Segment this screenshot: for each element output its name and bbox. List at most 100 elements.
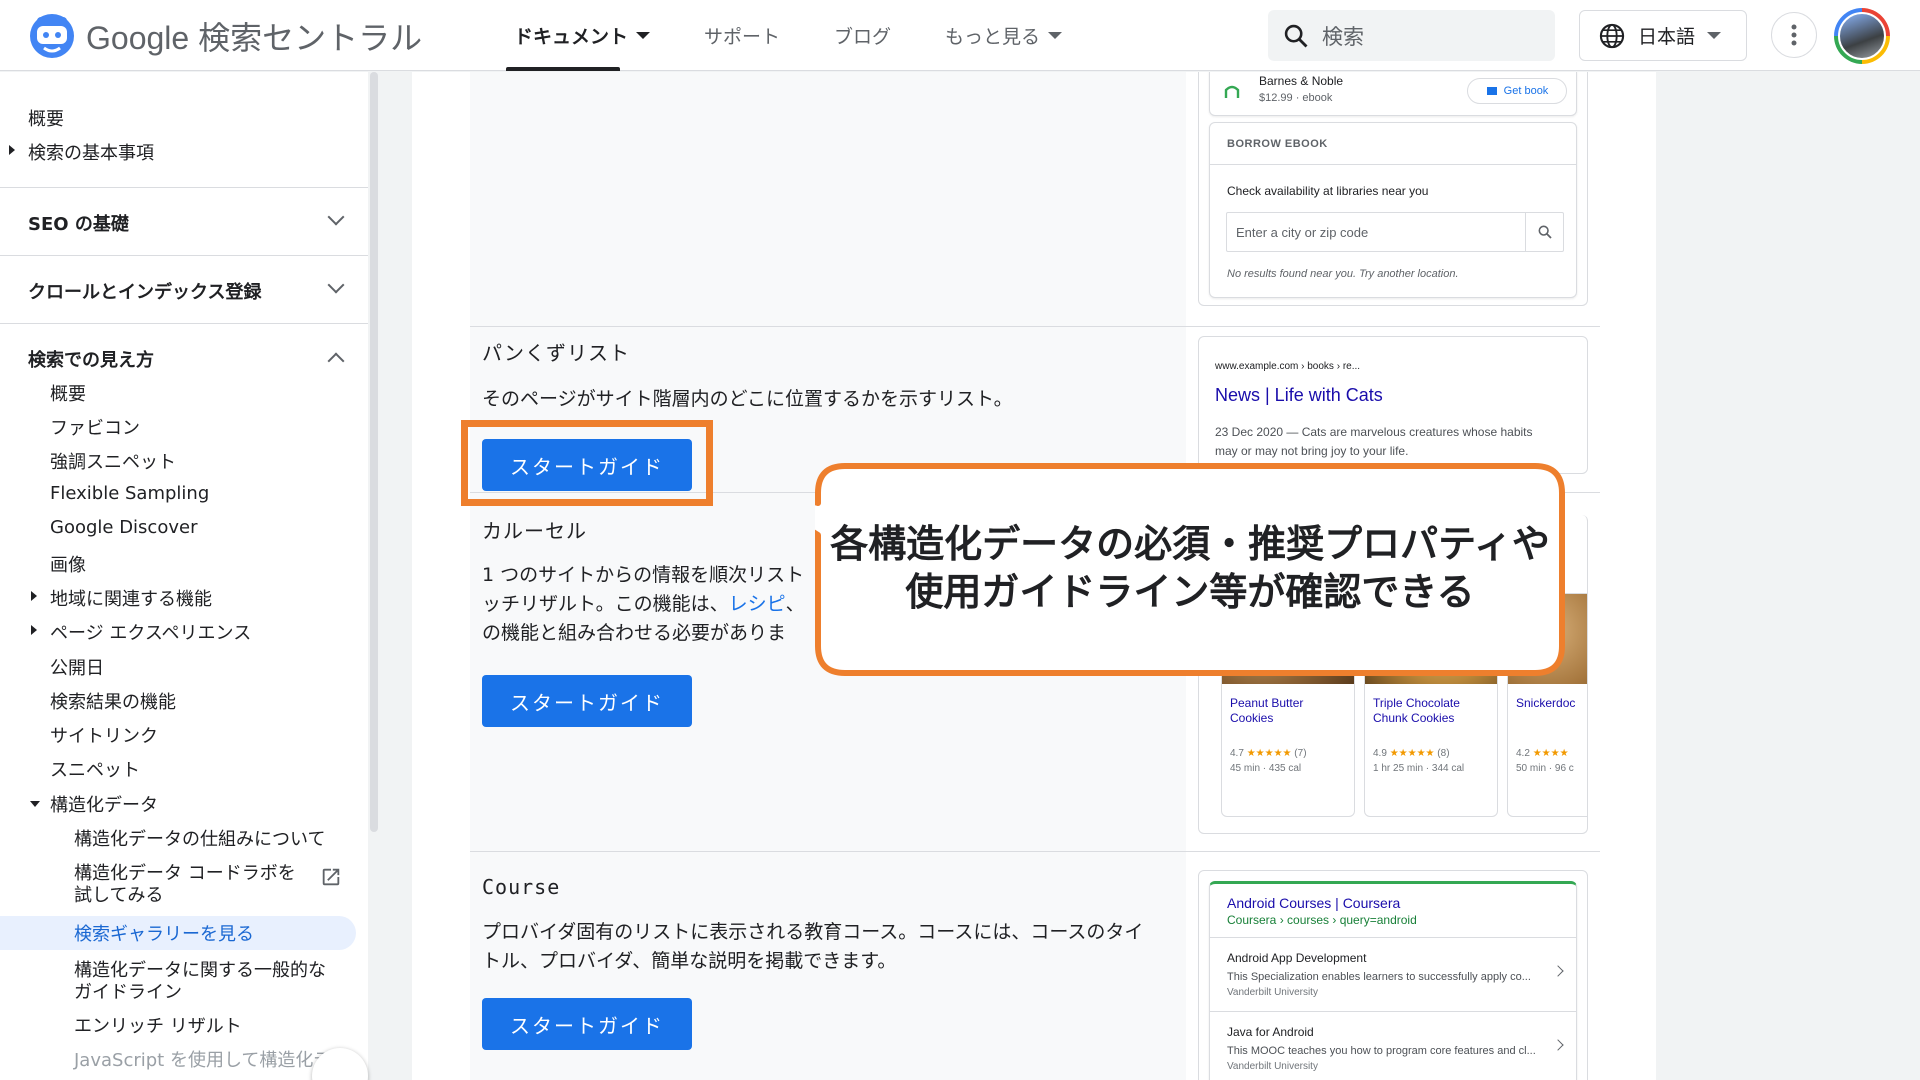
sidebar-item-search-gallery[interactable]: 検索ギャラリーを見る bbox=[74, 920, 254, 946]
recipe-link[interactable]: レシピ bbox=[729, 593, 786, 615]
borrow-check-text: Check availability at libraries near you bbox=[1227, 184, 1429, 198]
callout-text: 各構造化データの必須・推奨プロパティや 使用ガイドライン等が確認できる bbox=[815, 520, 1565, 616]
sidebar-item-overview[interactable]: 概要 bbox=[28, 105, 64, 131]
avatar-image bbox=[1838, 12, 1886, 60]
globe-icon bbox=[1599, 23, 1625, 48]
sidebar-item-local-features[interactable]: 地域に関連する機能 bbox=[50, 585, 212, 611]
divider bbox=[0, 187, 368, 188]
search-placeholder: 検索 bbox=[1322, 24, 1364, 49]
seller-name: Barnes & Noble bbox=[1259, 74, 1344, 88]
start-guide-button-course[interactable]: スタートガイド bbox=[482, 998, 692, 1050]
search-icon[interactable] bbox=[1537, 224, 1553, 240]
carousel-desc-line2-end: 、 bbox=[785, 593, 805, 615]
chevron-down-icon bbox=[1048, 32, 1063, 39]
sidebar-item-sitelinks[interactable]: サイトリンク bbox=[50, 722, 158, 748]
breadcrumb-url: www.example.com › books › re... bbox=[1215, 361, 1361, 372]
start-guide-button-carousel[interactable]: スタートガイド bbox=[482, 675, 692, 727]
course-item-desc: This Specialization enables learners to … bbox=[1227, 971, 1531, 983]
card-rating: 4.2 ★★★★ bbox=[1516, 748, 1569, 759]
chevron-down-icon bbox=[1707, 32, 1722, 39]
feature-row-left bbox=[470, 72, 1186, 326]
search-icon bbox=[1284, 24, 1308, 47]
chevron-down-icon[interactable] bbox=[327, 208, 345, 226]
sidebar-section-appearance[interactable]: 検索での見え方 bbox=[28, 346, 154, 372]
get-book-button[interactable]: Get book bbox=[1467, 78, 1567, 104]
card-title-line1: Peanut Butter bbox=[1230, 696, 1304, 710]
sidebar-item-appearance-overview[interactable]: 概要 bbox=[50, 380, 86, 406]
google-search-central-logo-icon bbox=[30, 14, 74, 58]
rating-value: 4.9 bbox=[1373, 748, 1387, 759]
divider bbox=[1209, 1011, 1577, 1012]
sidebar-item-sd-guidelines-line2[interactable]: ガイドライン bbox=[74, 978, 182, 1004]
zip-code-input[interactable]: Enter a city or zip code bbox=[1226, 212, 1564, 252]
nav-support[interactable]: サポート bbox=[704, 0, 780, 71]
sidebar-item-favicon[interactable]: ファビコン bbox=[50, 414, 140, 440]
chevron-down-icon[interactable] bbox=[327, 276, 345, 294]
course-result-title[interactable]: Android Courses | Coursera bbox=[1227, 895, 1400, 911]
open-in-new-icon bbox=[322, 868, 340, 886]
card-rating: 4.7 ★★★★★ (7) bbox=[1230, 748, 1307, 759]
sidebar-item-sd-codelab-line2[interactable]: 試してみる bbox=[74, 881, 163, 907]
sidebar-scrollbar-thumb[interactable] bbox=[370, 72, 378, 832]
divider bbox=[0, 255, 368, 256]
expand-arrow-icon[interactable] bbox=[31, 591, 37, 601]
course-item-name[interactable]: Android App Development bbox=[1227, 951, 1366, 965]
sidebar-item-images[interactable]: 画像 bbox=[50, 551, 86, 577]
sidebar-item-search-basics[interactable]: 検索の基本事項 bbox=[28, 139, 154, 165]
sidebar-item-page-experience[interactable]: ページ エクスペリエンス bbox=[50, 619, 251, 645]
card-title-line2: Cookies bbox=[1230, 711, 1274, 725]
preview-breadcrumb: www.example.com › books › re... News | L… bbox=[1198, 336, 1588, 474]
sidebar-item-structured-data[interactable]: 構造化データ bbox=[50, 791, 158, 817]
card-meta: 50 min · 96 c bbox=[1516, 763, 1574, 774]
card-meta: 1 hr 25 min · 344 cal bbox=[1373, 763, 1465, 774]
highlight-box-annotation bbox=[461, 420, 713, 506]
site-logo[interactable]: Google 検索セントラル bbox=[28, 12, 422, 60]
sidebar-item-search-features[interactable]: 検索結果の機能 bbox=[50, 688, 176, 714]
book-icon bbox=[1486, 87, 1497, 95]
star-rating-icon: ★★★★★ bbox=[1246, 748, 1292, 759]
more-options-button[interactable] bbox=[1771, 12, 1817, 58]
feature-title-breadcrumb: パンくずリスト bbox=[482, 341, 630, 365]
brand-product: 検索セントラル bbox=[198, 20, 423, 56]
more-vert-icon bbox=[1791, 24, 1797, 46]
breadcrumb-result-title[interactable]: News | Life with Cats bbox=[1215, 385, 1383, 406]
rating-value: 4.7 bbox=[1230, 748, 1244, 759]
sidebar-section-crawling[interactable]: クロールとインデックス登録 bbox=[28, 278, 261, 304]
sidebar-item-google-discover[interactable]: Google Discover bbox=[50, 517, 197, 538]
top-header: Google 検索セントラル ドキュメント サポート ブログ もっと見る 検索 … bbox=[0, 0, 1920, 71]
divider bbox=[1209, 164, 1577, 165]
collapse-arrow-icon[interactable] bbox=[30, 801, 40, 807]
star-rating-icon: ★★★★★ bbox=[1389, 748, 1435, 759]
top-nav: ドキュメント サポート ブログ もっと見る bbox=[505, 0, 1063, 71]
nav-documents-label: ドキュメント bbox=[514, 26, 629, 48]
seller-price: $12.99 · ebook bbox=[1259, 92, 1333, 104]
course-item-name[interactable]: Java for Android bbox=[1227, 1025, 1314, 1039]
nav-documents[interactable]: ドキュメント bbox=[505, 0, 651, 71]
sidebar-item-publication-date[interactable]: 公開日 bbox=[50, 654, 104, 680]
brand-google: Google bbox=[86, 20, 190, 56]
zip-code-placeholder: Enter a city or zip code bbox=[1236, 225, 1369, 240]
nav-support-label: サポート bbox=[704, 26, 781, 48]
nav-blog[interactable]: ブログ bbox=[834, 0, 891, 71]
sidebar-item-featured-snippets[interactable]: 強調スニペット bbox=[50, 448, 176, 474]
chevron-up-icon[interactable] bbox=[327, 352, 345, 370]
preview-book-actions: Barnes & Noble $12.99 · ebook Get book B… bbox=[1198, 72, 1588, 306]
sidebar-item-enriched-results[interactable]: エンリッチ リザルト bbox=[74, 1012, 242, 1038]
expand-arrow-icon[interactable] bbox=[9, 145, 15, 155]
card-title-line1: Triple Chocolate bbox=[1373, 696, 1460, 710]
no-results-text: No results found near you. Try another l… bbox=[1227, 268, 1459, 280]
sidebar-item-snippets[interactable]: スニペット bbox=[50, 756, 140, 782]
nav-more[interactable]: もっと見る bbox=[945, 0, 1063, 71]
breadcrumb-snippet-line1: 23 Dec 2020 — Cats are marvelous creatur… bbox=[1215, 425, 1533, 439]
sidebar-item-flexible-sampling[interactable]: Flexible Sampling bbox=[50, 483, 209, 504]
sidebar-item-sd-intro[interactable]: 構造化データの仕組みについて bbox=[74, 825, 325, 851]
divider bbox=[0, 323, 368, 324]
sidebar-section-seo-basics[interactable]: SEO の基礎 bbox=[28, 210, 129, 236]
feature-title-carousel: カルーセル bbox=[482, 519, 587, 543]
search-input[interactable]: 検索 bbox=[1268, 10, 1555, 61]
card-rating: 4.9 ★★★★★ (8) bbox=[1373, 748, 1450, 759]
expand-arrow-icon[interactable] bbox=[31, 625, 37, 635]
sidebar-item-sd-javascript[interactable]: JavaScript を使用して構造化デ bbox=[74, 1046, 331, 1072]
language-select[interactable]: 日本語 bbox=[1579, 10, 1747, 61]
avatar[interactable] bbox=[1834, 8, 1890, 64]
